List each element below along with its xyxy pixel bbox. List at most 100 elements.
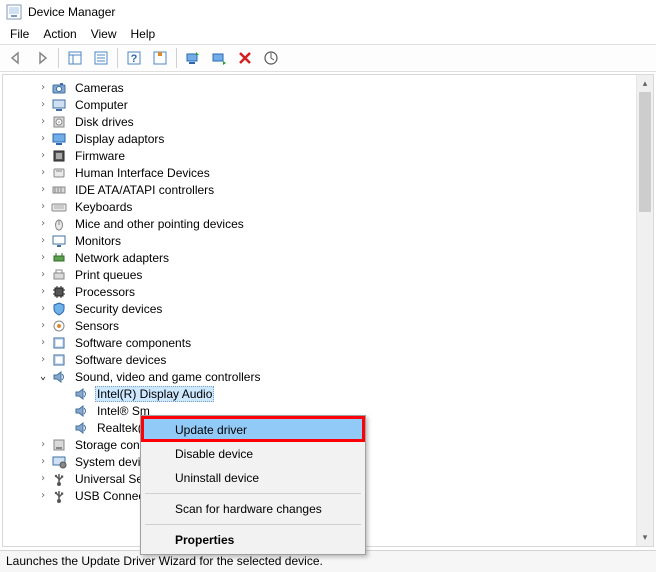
tree-node[interactable]: › Human Interface Devices [7,164,653,181]
expander-collapsed-icon[interactable]: › [37,456,49,467]
mouse-icon [51,216,67,232]
expander-collapsed-icon[interactable]: › [37,320,49,331]
scroll-track[interactable] [637,92,653,529]
show-hide-tree-button[interactable] [63,47,87,69]
menu-view[interactable]: View [91,27,117,41]
tree-node[interactable]: ›Disk drives [7,113,653,130]
tree-node[interactable]: › Software devices [7,351,653,368]
expander-collapsed-icon[interactable]: › [37,473,49,484]
scroll-thumb[interactable] [639,92,651,212]
context-update-driver[interactable]: Update driver [143,418,363,442]
tree-node[interactable]: › Mice and other pointing devices [7,215,653,232]
expander-collapsed-icon[interactable]: › [37,99,49,110]
help-button[interactable]: ? [122,47,146,69]
context-separator [145,493,361,494]
expander-collapsed-icon[interactable]: › [37,286,49,297]
system-icon [51,454,67,470]
tree-node-label: Intel(R) Display Audio [95,386,214,402]
window-title: Device Manager [28,5,115,19]
expander-collapsed-icon[interactable]: › [37,235,49,246]
tree-node[interactable]: Intel(R) Display Audio [7,385,653,402]
expander-collapsed-icon[interactable]: › [37,218,49,229]
tree-node-label: Human Interface Devices [73,165,212,181]
storage-icon [51,437,67,453]
menu-file[interactable]: File [10,27,29,41]
tree-node[interactable]: ›IDE ATA/ATAPI controllers [7,181,653,198]
expander-expanded-icon[interactable]: ⌄ [37,371,49,382]
tree-node[interactable]: ›Sensors [7,317,653,334]
expander-collapsed-icon[interactable]: › [37,82,49,93]
disable-device-button[interactable] [207,47,231,69]
tree-node[interactable]: › Monitors [7,232,653,249]
keyboard-icon [51,199,67,215]
toolbar: ? [0,44,656,72]
hid-icon [51,165,67,181]
expander-collapsed-icon[interactable]: › [37,133,49,144]
expander-collapsed-icon[interactable]: › [37,201,49,212]
ide-icon [51,182,67,198]
expander-collapsed-icon[interactable]: › [37,252,49,263]
update-driver-button[interactable] [181,47,205,69]
titlebar: Device Manager [0,0,656,24]
svg-text:?: ? [131,53,138,65]
tree-node-label: Print queues [73,267,144,283]
tree-node[interactable]: ›Computer [7,96,653,113]
scroll-down-arrow[interactable]: ▾ [637,529,653,546]
tree-node-label: Mice and other pointing devices [73,216,246,232]
expander-collapsed-icon[interactable]: › [37,184,49,195]
tree-node[interactable]: ›Display adaptors [7,130,653,147]
tree-node[interactable]: ⌄ Sound, video and game controllers [7,368,653,385]
tree-node[interactable]: › Print queues [7,266,653,283]
tree-node[interactable]: ›Security devices [7,300,653,317]
sensor-icon [51,318,67,334]
vertical-scrollbar[interactable]: ▴ ▾ [636,75,653,546]
tree-node[interactable]: › Keyboards [7,198,653,215]
status-text: Launches the Update Driver Wizard for th… [6,554,323,568]
context-menu: Update driver Disable device Uninstall d… [140,415,366,555]
expander-collapsed-icon[interactable]: › [37,269,49,280]
expander-collapsed-icon[interactable]: › [37,490,49,501]
sound-icon [73,386,89,402]
tree-node[interactable]: ›Processors [7,283,653,300]
sound-icon [73,403,89,419]
expander-collapsed-icon[interactable]: › [37,439,49,450]
firmware-icon [51,148,67,164]
display-icon [51,131,67,147]
context-scan-hardware[interactable]: Scan for hardware changes [143,497,363,521]
tree-node-label: Software devices [73,352,168,368]
camera-icon [51,80,67,96]
scan-hardware-button[interactable] [259,47,283,69]
tree-node[interactable]: ›Firmware [7,147,653,164]
tree-node[interactable]: › Software components [7,334,653,351]
context-uninstall-device[interactable]: Uninstall device [143,466,363,490]
sound-icon [51,369,67,385]
expander-collapsed-icon[interactable]: › [37,303,49,314]
expander-collapsed-icon[interactable]: › [37,150,49,161]
tree-node-label: Cameras [73,80,126,96]
usb-icon [51,471,67,487]
uninstall-device-button[interactable] [233,47,257,69]
tree-node-label: Monitors [73,233,123,249]
menubar: File Action View Help [0,24,656,44]
tree-node[interactable]: ›Network adapters [7,249,653,266]
scroll-up-arrow[interactable]: ▴ [637,75,653,92]
tree-node-label: Software components [73,335,193,351]
context-disable-device[interactable]: Disable device [143,442,363,466]
action-button[interactable] [148,47,172,69]
back-button[interactable] [4,47,28,69]
properties-button[interactable] [89,47,113,69]
tree-node-label: Sound, video and game controllers [73,369,262,385]
expander-collapsed-icon[interactable]: › [37,116,49,127]
context-properties[interactable]: Properties [143,528,363,552]
expander-collapsed-icon[interactable]: › [37,167,49,178]
menu-action[interactable]: Action [43,27,76,41]
menu-help[interactable]: Help [131,27,156,41]
monitor-icon [51,233,67,249]
app-icon [6,4,22,20]
tree-node[interactable]: › Cameras [7,79,653,96]
expander-collapsed-icon[interactable]: › [37,337,49,348]
tree-node-label: Keyboards [73,199,134,215]
expander-collapsed-icon[interactable]: › [37,354,49,365]
forward-button[interactable] [30,47,54,69]
cpu-icon [51,284,67,300]
